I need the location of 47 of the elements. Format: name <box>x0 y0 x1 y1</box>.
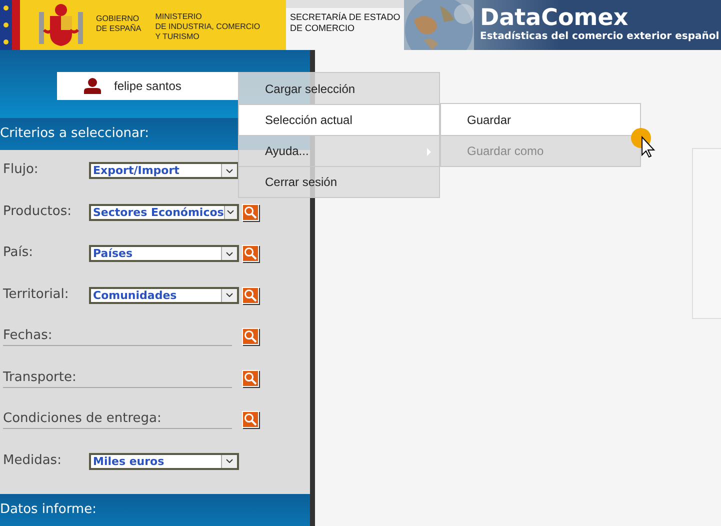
field-label: Productos: <box>3 204 72 220</box>
search-button[interactable] <box>242 370 259 386</box>
field-label: Flujo: <box>3 162 40 178</box>
user-icon <box>84 78 101 94</box>
search-icon <box>244 288 257 302</box>
search-icon <box>244 413 257 426</box>
field-label: Transporte: <box>3 370 232 388</box>
section-title: Criterios a seleccionar: <box>0 125 149 144</box>
menu-item[interactable]: Cerrar sesión <box>239 166 439 197</box>
menu-item[interactable]: Ayuda... <box>239 135 439 166</box>
government-label: GOBIERNO DE ESPAÑA <box>96 14 142 35</box>
user-badge[interactable]: felipe santos <box>57 72 239 100</box>
section-title: Datos informe: <box>0 501 96 520</box>
search-icon <box>244 206 257 218</box>
coat-of-arms-icon <box>36 2 86 48</box>
search-icon <box>244 372 257 384</box>
secretariat-label: SECRETARÍA DE ESTADO DE COMERCIO <box>290 12 402 34</box>
search-button[interactable] <box>242 204 259 220</box>
search-icon <box>244 330 257 343</box>
dropdown[interactable]: Países <box>89 245 239 262</box>
field-label: Medidas: <box>3 452 62 468</box>
search-button[interactable] <box>242 286 259 304</box>
menu-item[interactable]: Cargar selección <box>239 73 439 104</box>
search-button[interactable] <box>242 245 259 262</box>
field-label: País: <box>3 245 34 261</box>
dropdown[interactable]: Sectores Económicos <box>89 204 239 220</box>
dropdown[interactable]: Miles euros <box>89 452 239 470</box>
search-icon <box>244 247 257 260</box>
field-label: Fechas: <box>3 328 232 346</box>
field-label: Condiciones de entrega: <box>3 411 232 429</box>
caret-icon <box>226 459 233 463</box>
app-title: DataComex <box>480 5 630 31</box>
caret-icon <box>227 210 234 214</box>
cursor-icon <box>630 127 657 160</box>
field-label: Territorial: <box>3 286 70 302</box>
caret-icon <box>226 293 233 297</box>
search-button[interactable] <box>242 411 259 428</box>
menu-item[interactable]: Guardar <box>441 104 640 135</box>
dropdown[interactable]: Comunidades <box>89 286 239 304</box>
menu-item[interactable]: Selección actual <box>239 104 439 135</box>
caret-icon <box>226 168 233 172</box>
ministry-label: MINISTERIO DE INDUSTRIA, COMERCIO Y TURISMO <box>155 12 260 43</box>
caret-icon <box>226 252 233 256</box>
app-subtitle: Estadísticas del comercio exterior español <box>480 31 720 43</box>
search-button[interactable] <box>242 328 259 345</box>
user-name: felipe santos <box>114 78 182 95</box>
dropdown[interactable]: Export/Import <box>89 162 239 179</box>
